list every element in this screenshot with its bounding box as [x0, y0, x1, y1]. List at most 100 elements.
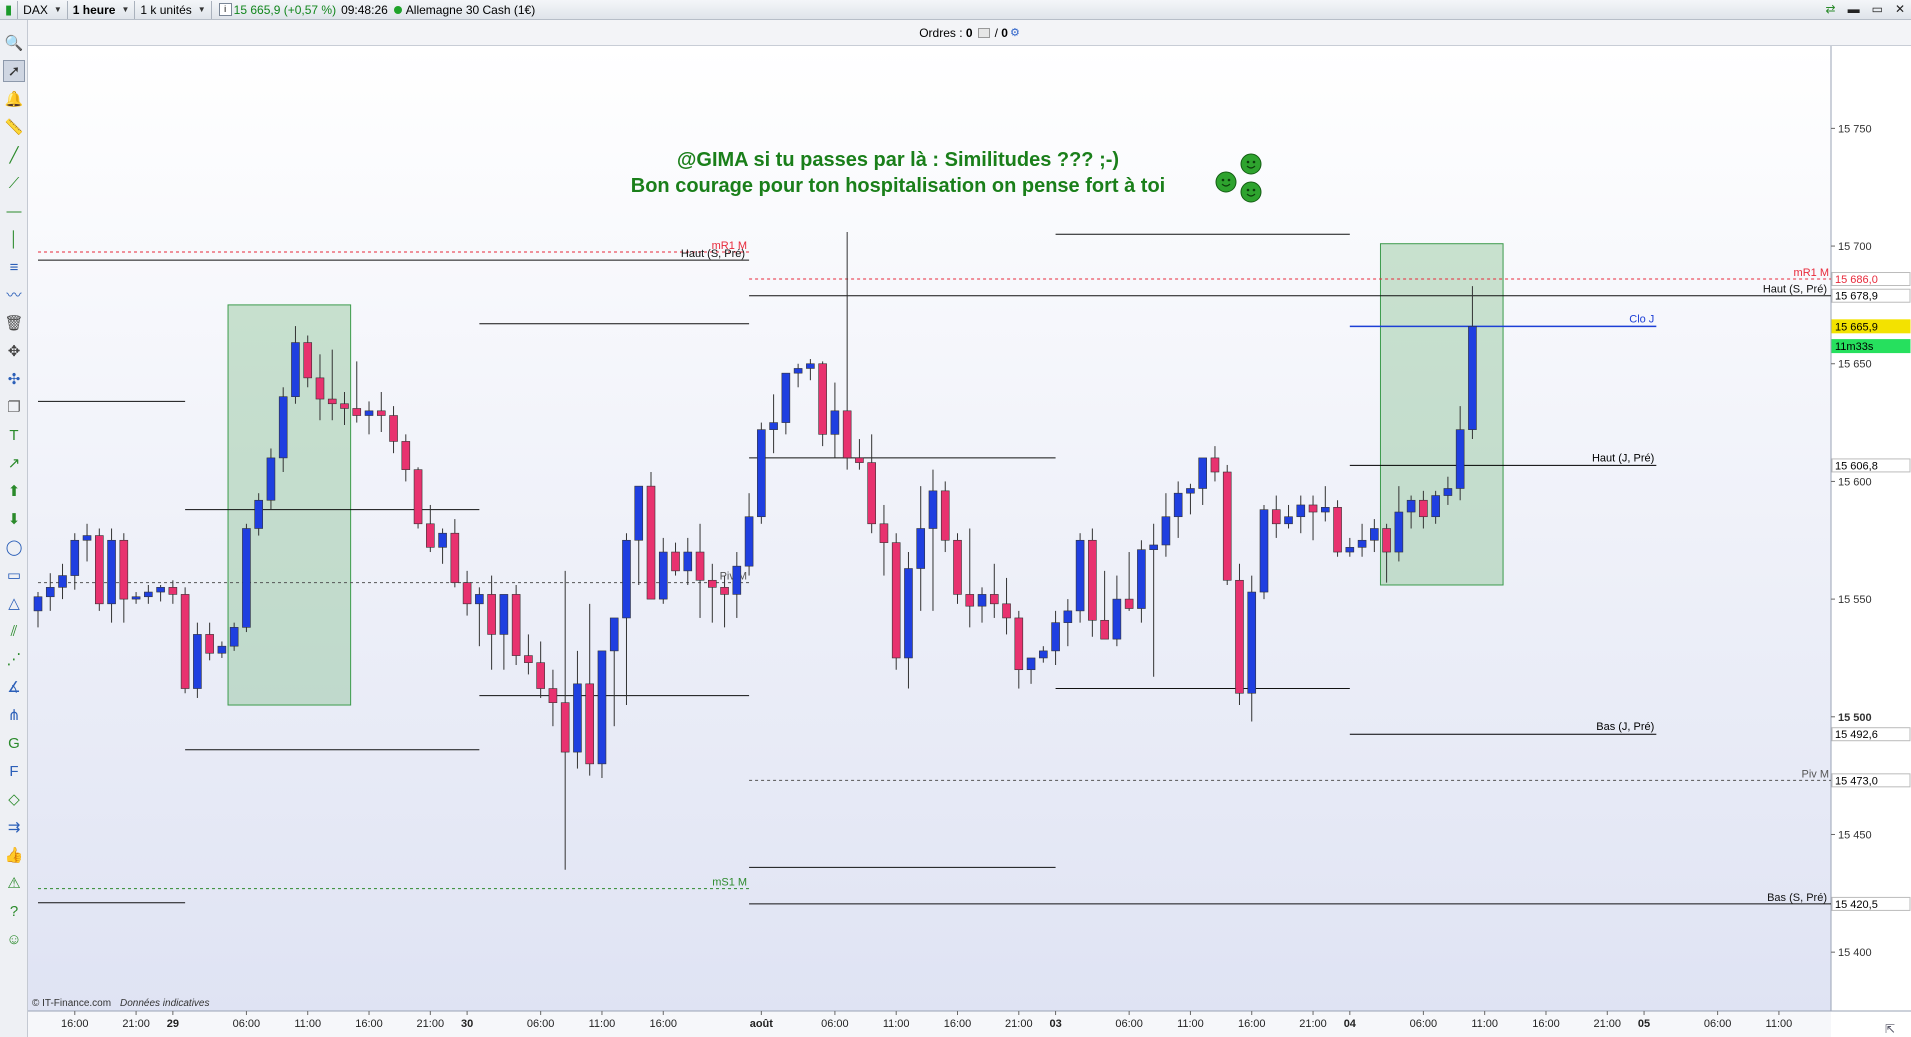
gann-g-icon[interactable]: G [3, 732, 25, 754]
candle-body[interactable] [769, 422, 778, 430]
ruler-icon[interactable]: 📏 [3, 116, 25, 138]
orders-settings-icon[interactable]: ⚙ [1010, 26, 1020, 39]
candle-body[interactable] [1259, 509, 1269, 593]
candle-body[interactable] [634, 485, 644, 541]
crosshair-icon[interactable]: ✥ [3, 340, 25, 362]
text-icon[interactable]: T [3, 424, 25, 446]
fibonacci-icon[interactable]: ≡ [3, 256, 25, 278]
trendline-icon[interactable]: ╱ [3, 144, 25, 166]
arrow-up-icon[interactable]: ⬆ [3, 480, 25, 502]
rectangle-icon[interactable]: ▭ [3, 564, 25, 586]
candle-body[interactable] [989, 594, 999, 605]
wave-icon[interactable]: 〰 [3, 284, 25, 306]
candle-body[interactable] [242, 528, 251, 628]
fan-icon[interactable]: ⋰ [3, 648, 25, 670]
candle-body[interactable] [646, 485, 656, 600]
candle-body[interactable] [1357, 539, 1367, 548]
candle-body[interactable] [70, 539, 80, 576]
candle-body[interactable] [180, 594, 190, 689]
candle-body[interactable] [1382, 528, 1391, 553]
candle-body[interactable] [193, 634, 202, 689]
info-icon[interactable]: i [218, 3, 232, 16]
candle-body[interactable] [340, 403, 349, 409]
candle-body[interactable] [916, 528, 926, 569]
candle-body[interactable] [671, 551, 680, 572]
candle-body[interactable] [1198, 457, 1207, 489]
help-icon[interactable]: ? [3, 900, 25, 922]
parallel-lines-icon[interactable]: ⇉ [3, 816, 25, 838]
candle-body[interactable] [1419, 499, 1428, 518]
candle-body[interactable] [1210, 457, 1220, 473]
arrow-icon[interactable]: ↗ [3, 452, 25, 474]
trash-icon[interactable]: 🗑 [3, 312, 25, 334]
candle-body[interactable] [879, 523, 889, 543]
candle-body[interactable] [33, 596, 43, 612]
gann-icon[interactable]: ∡ [3, 676, 25, 698]
candle-body[interactable] [658, 551, 668, 600]
candle-body[interactable] [1026, 657, 1036, 671]
candle-body[interactable] [842, 410, 852, 459]
candle-body[interactable] [278, 396, 288, 459]
candle-body[interactable] [891, 542, 901, 659]
candle-body[interactable] [58, 575, 67, 588]
candle-body[interactable] [707, 579, 717, 588]
candle-body[interactable] [168, 587, 178, 595]
candle-body[interactable] [487, 594, 496, 635]
candle-body[interactable] [1321, 507, 1330, 513]
candle-body[interactable] [953, 539, 962, 595]
candle-body[interactable] [1284, 516, 1293, 525]
candle-body[interactable] [438, 532, 447, 548]
candle-body[interactable] [1002, 603, 1011, 619]
grid-icon[interactable]: ◇ [3, 788, 25, 810]
candle-body[interactable] [1186, 488, 1195, 494]
candle-body[interactable] [609, 617, 619, 652]
candle-body[interactable] [1051, 622, 1060, 652]
candle-body[interactable] [830, 410, 840, 435]
candle-body[interactable] [352, 408, 362, 416]
candle-body[interactable] [1333, 507, 1342, 553]
candle-body[interactable] [524, 655, 533, 663]
candle-body[interactable] [499, 594, 509, 635]
candle-body[interactable] [1247, 591, 1257, 694]
candle-body[interactable] [1431, 495, 1440, 518]
candle-body[interactable] [1137, 549, 1146, 609]
zoom-icon[interactable]: 🔍 [3, 32, 25, 54]
horizontal-line-icon[interactable]: — [3, 200, 25, 222]
candle-body[interactable] [855, 457, 864, 463]
candle-body[interactable] [205, 634, 214, 654]
candle-body[interactable] [303, 342, 313, 379]
candle-body[interactable] [781, 372, 791, 423]
candle-body[interactable] [1296, 504, 1306, 518]
candle-body[interactable] [462, 582, 472, 605]
candle-body[interactable] [1075, 539, 1085, 612]
chart-area[interactable]: mR1 MmR1 M Piv M Piv MmS1 M Haut (S, Pré) Ha… [28, 46, 1911, 1037]
thumb-up-icon[interactable]: 👍 [3, 844, 25, 866]
minimize-icon[interactable]: ▬ [1848, 2, 1860, 16]
candle-body[interactable] [291, 342, 300, 397]
price-chart[interactable]: mR1 MmR1 MPiv MPiv MmS1 MHaut (S, Pré)Ha… [28, 46, 1911, 1037]
candle-body[interactable] [695, 551, 705, 581]
candle-body[interactable] [1271, 509, 1281, 525]
candle-body[interactable] [1173, 492, 1183, 518]
candle-body[interactable] [475, 594, 484, 605]
candle-body[interactable] [1039, 650, 1048, 659]
candle-body[interactable] [1149, 544, 1158, 550]
candle-body[interactable] [254, 499, 263, 529]
orders-list-icon[interactable] [977, 27, 990, 38]
candle-body[interactable] [940, 490, 950, 541]
vertical-line-icon[interactable]: │ [3, 228, 25, 250]
candle-body[interactable] [683, 551, 693, 572]
candle-body[interactable] [928, 490, 938, 529]
candle-body[interactable] [732, 565, 742, 595]
candle-body[interactable] [744, 516, 754, 567]
candle-body[interactable] [327, 398, 337, 405]
candle-body[interactable] [1100, 619, 1109, 640]
candle-body[interactable] [1222, 471, 1232, 581]
move-icon[interactable]: ✣ [3, 368, 25, 390]
candle-body[interactable] [1443, 488, 1453, 496]
close-icon[interactable]: ✕ [1895, 2, 1905, 16]
candle-body[interactable] [82, 535, 92, 541]
candle-body[interactable] [867, 462, 876, 525]
warning-icon[interactable]: ⚠ [3, 872, 25, 894]
candle-body[interactable] [1345, 547, 1355, 553]
